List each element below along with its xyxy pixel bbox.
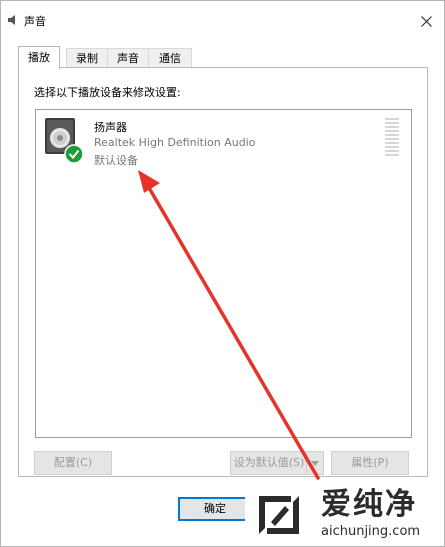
watermark-logo-icon <box>259 496 299 534</box>
device-item-speaker[interactable]: 扬声器 Realtek High Definition Audio 默认设备 <box>36 110 411 180</box>
tab-playback[interactable]: 播放 <box>18 46 60 69</box>
speaker-icon <box>8 15 15 25</box>
check-icon <box>64 144 83 164</box>
watermark-text: 爱纯净 <box>321 487 417 522</box>
volume-level-meter <box>385 118 399 156</box>
close-icon <box>420 15 432 27</box>
speaker-icon <box>45 118 83 164</box>
playback-panel: 选择以下播放设备来修改设置: 扬声器 Realtek High Definiti… <box>18 67 428 477</box>
device-list[interactable]: 扬声器 Realtek High Definition Audio 默认设备 <box>35 109 412 438</box>
configure-button[interactable]: 配置(C) <box>34 451 112 475</box>
window-title: 声音 <box>24 15 46 28</box>
chevron-down-icon <box>311 460 319 466</box>
tab-sounds[interactable]: 声音 <box>107 48 149 67</box>
properties-button[interactable]: 属性(P) <box>331 451 409 475</box>
title-bar: 声音 <box>1 1 444 37</box>
device-name: 扬声器 <box>94 121 127 134</box>
tab-communications[interactable]: 通信 <box>148 48 192 67</box>
sound-dialog: 声音 播放 录制 声音 通信 选择以下播放设备来修改设置: 扬声器 Realte… <box>0 0 445 547</box>
ok-button[interactable]: 确定 <box>178 497 252 521</box>
instruction-text: 选择以下播放设备来修改设置: <box>34 86 181 99</box>
set-default-dropdown[interactable] <box>306 451 324 475</box>
set-default-button[interactable]: 设为默认值(S) <box>230 451 308 475</box>
device-status: 默认设备 <box>94 154 138 167</box>
tab-recording[interactable]: 录制 <box>66 48 108 67</box>
close-button[interactable] <box>412 9 440 33</box>
watermark-url: aichunjing.com <box>321 524 421 539</box>
watermark: 爱纯净 aichunjing.com <box>245 484 443 546</box>
device-driver: Realtek High Definition Audio <box>94 136 256 149</box>
